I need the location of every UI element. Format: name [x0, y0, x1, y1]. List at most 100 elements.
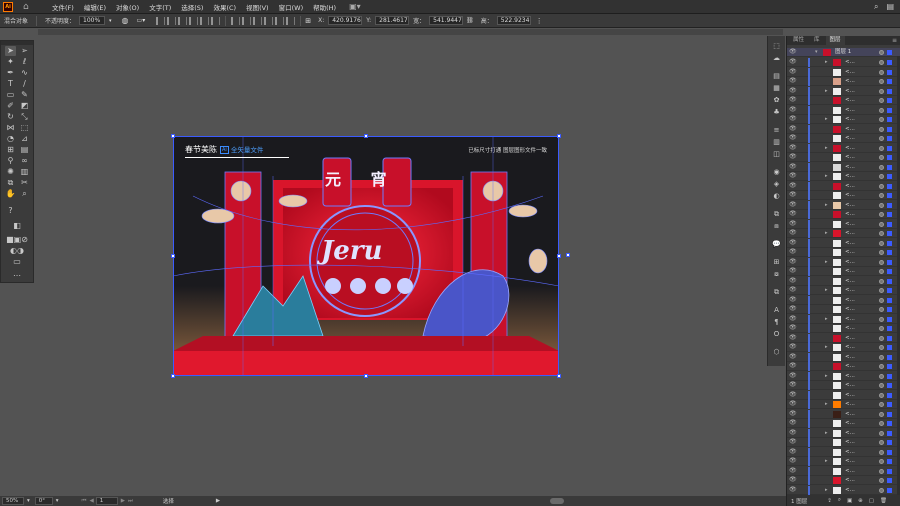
appearance-icon[interactable]: ◉: [772, 168, 781, 176]
visibility-eye-icon[interactable]: 👁: [789, 182, 797, 189]
panel-menu-icon[interactable]: ≡: [892, 37, 897, 44]
height-input[interactable]: 522.9234: [496, 16, 531, 25]
target-circle-icon[interactable]: [879, 136, 884, 141]
selection-indicator[interactable]: [887, 468, 892, 474]
paragraph-icon[interactable]: ¶: [772, 318, 781, 326]
target-circle-icon[interactable]: [879, 402, 884, 407]
selection-indicator[interactable]: [887, 231, 892, 236]
transparency-icon[interactable]: ◫: [772, 150, 781, 158]
visibility-eye-icon[interactable]: 👁: [789, 344, 797, 350]
hand-tool-icon[interactable]: ✋: [5, 189, 16, 199]
visibility-eye-icon[interactable]: 👁: [789, 477, 797, 483]
transform-icon[interactable]: ⧉: [772, 288, 781, 296]
distribute-top-icon[interactable]: [231, 16, 241, 25]
paintbrush-tool-icon[interactable]: ✎: [19, 90, 30, 100]
layer-row-top[interactable]: 👁 ▾ 图层 1: [787, 48, 900, 57]
artboards-icon[interactable]: ⧉: [772, 210, 781, 218]
layer-row[interactable]: 👁 <...: [787, 352, 900, 362]
visibility-eye-icon[interactable]: 👁: [789, 391, 797, 398]
selection-indicator[interactable]: [887, 345, 892, 350]
color-mode-icon[interactable]: ■▣⊘: [5, 235, 29, 245]
lasso-tool-icon[interactable]: ℓ: [19, 57, 30, 67]
target-circle-icon[interactable]: [879, 193, 884, 198]
expand-arrow-icon[interactable]: ▸: [825, 115, 828, 124]
home-icon[interactable]: ⌂: [23, 2, 33, 12]
selection-indicator[interactable]: [887, 155, 892, 160]
expand-arrow-icon[interactable]: ▸: [825, 400, 828, 409]
menu-type[interactable]: 文字(T): [144, 2, 176, 12]
layer-row[interactable]: 👁 ▸ <...: [787, 457, 900, 466]
new-layer-icon[interactable]: ▢: [869, 498, 874, 504]
target-circle-icon[interactable]: [879, 259, 884, 265]
layer-name[interactable]: <...: [845, 220, 855, 229]
visibility-eye-icon[interactable]: 👁: [789, 382, 797, 388]
visibility-eye-icon[interactable]: 👁: [789, 163, 797, 170]
selection-indicator[interactable]: [887, 145, 892, 151]
tab-layers[interactable]: 图层: [825, 36, 845, 45]
shaper-tool-icon[interactable]: ✐: [5, 101, 16, 111]
selection-indicator[interactable]: [887, 259, 892, 265]
target-circle-icon[interactable]: [879, 326, 884, 331]
width-tool-icon[interactable]: ⋈: [5, 123, 16, 133]
expand-arrow-icon[interactable]: ▸: [825, 457, 828, 466]
visibility-eye-icon[interactable]: 👁: [789, 97, 797, 103]
layer-row[interactable]: 👁 <...: [787, 248, 900, 257]
expand-arrow-icon[interactable]: ▸: [825, 486, 828, 495]
layer-row[interactable]: 👁 <...: [787, 124, 900, 134]
layer-name[interactable]: <...: [845, 68, 855, 77]
document-tab-strip[interactable]: [38, 29, 783, 35]
layer-row[interactable]: 👁 <...: [787, 134, 900, 143]
expand-arrow-icon[interactable]: ▸: [825, 201, 828, 210]
collapse-arrow-icon[interactable]: ▾: [815, 48, 818, 57]
rotation-dropdown-icon[interactable]: ▾: [56, 498, 59, 504]
align-left-icon[interactable]: [156, 16, 166, 25]
target-circle-icon[interactable]: [879, 459, 884, 464]
visibility-eye-icon[interactable]: 👁: [789, 220, 797, 227]
target-circle-icon[interactable]: [879, 449, 884, 455]
selection-indicator[interactable]: [887, 364, 892, 369]
layer-name[interactable]: <...: [845, 77, 855, 86]
target-circle-icon[interactable]: [879, 392, 884, 398]
layer-name[interactable]: <...: [845, 277, 855, 286]
selection-indicator[interactable]: [887, 50, 892, 55]
visibility-eye-icon[interactable]: 👁: [789, 135, 797, 141]
distribute-right-icon[interactable]: [286, 16, 296, 25]
comments-icon[interactable]: 💬: [772, 240, 781, 248]
rectangle-tool-icon[interactable]: ▭: [5, 90, 16, 100]
target-circle-icon[interactable]: [879, 164, 884, 170]
target-circle-icon[interactable]: [879, 107, 884, 113]
eyedropper-tool-icon[interactable]: ⚲: [5, 156, 16, 166]
expand-arrow-icon[interactable]: ▸: [825, 286, 828, 295]
artboard[interactable]: 元 宵 Jeru 春节美陈 Ai 全矢量文件 已标尺寸打通 图层图形文件一致: [173, 136, 559, 376]
layer-row[interactable]: 👁 <...: [787, 333, 900, 343]
selection-indicator[interactable]: [887, 326, 892, 331]
layer-name[interactable]: <...: [845, 115, 855, 124]
layer-row[interactable]: 👁 ▸ <...: [787, 428, 900, 438]
layer-name[interactable]: <...: [845, 343, 855, 352]
layer-row[interactable]: 👁 <...: [787, 162, 900, 172]
visibility-eye-icon[interactable]: 👁: [789, 59, 797, 65]
target-circle-icon[interactable]: [879, 411, 884, 417]
selection-indicator[interactable]: [887, 98, 892, 103]
layer-row[interactable]: 👁 ▸ <...: [787, 143, 900, 153]
layer-name[interactable]: <...: [845, 258, 855, 267]
target-circle-icon[interactable]: [879, 183, 884, 189]
visibility-eye-icon[interactable]: 👁: [789, 467, 797, 474]
scale-tool-icon[interactable]: ⤡: [19, 112, 30, 122]
visibility-eye-icon[interactable]: 👁: [789, 258, 797, 265]
next-artboard-icon[interactable]: ▶: [121, 498, 125, 504]
draw-mode-icon[interactable]: ◐◑: [5, 246, 29, 256]
more-options-icon[interactable]: ⋮: [536, 17, 543, 25]
visibility-eye-icon[interactable]: 👁: [789, 448, 797, 455]
selection-indicator[interactable]: [887, 459, 892, 464]
opentype-icon[interactable]: O: [772, 330, 781, 338]
layer-row[interactable]: 👁 <...: [787, 210, 900, 219]
selection-indicator[interactable]: [887, 440, 892, 445]
distribute-left-icon[interactable]: [264, 16, 274, 25]
selection-indicator[interactable]: [887, 183, 892, 189]
visibility-eye-icon[interactable]: 👁: [789, 429, 797, 436]
visibility-eye-icon[interactable]: 👁: [789, 239, 797, 246]
target-circle-icon[interactable]: [879, 240, 884, 246]
visibility-eye-icon[interactable]: 👁: [789, 401, 797, 407]
layer-row[interactable]: 👁 <...: [787, 476, 900, 485]
